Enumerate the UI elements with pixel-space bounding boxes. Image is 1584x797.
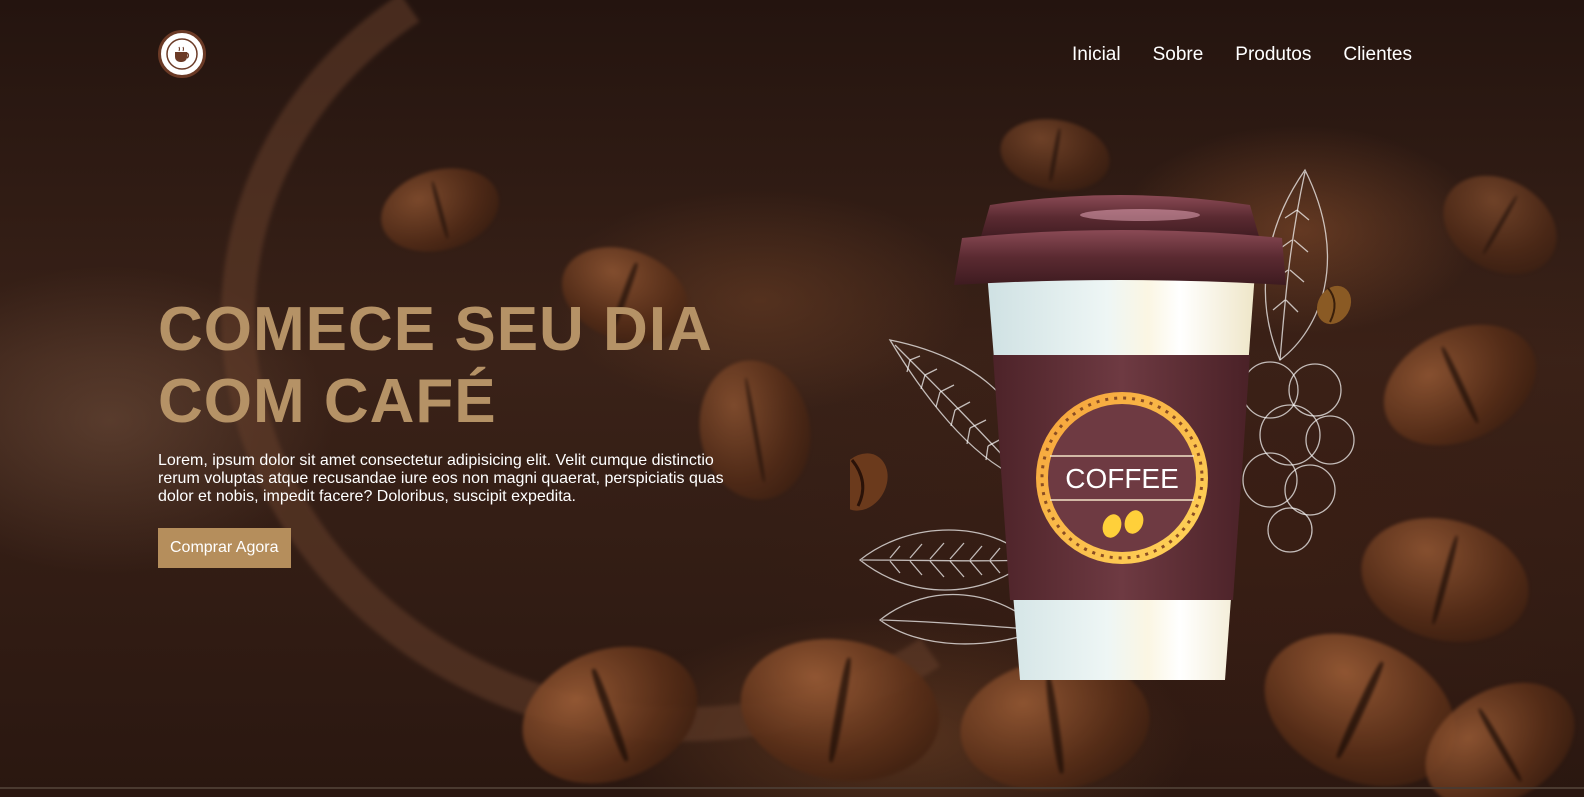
coffee-cup-illustration: COFFEE <box>836 160 1390 700</box>
coffee-cup-logo-icon[interactable] <box>158 30 206 78</box>
coffee-badge-text: COFFEE <box>1065 463 1179 494</box>
nav-item-produtos[interactable]: Produtos <box>1235 44 1311 66</box>
nav-item-sobre[interactable]: Sobre <box>1153 44 1204 66</box>
buy-now-button[interactable]: Comprar Agora <box>158 528 291 568</box>
floating-bean-right <box>1316 285 1352 325</box>
main-nav: Inicial Sobre Produtos Clientes <box>1072 44 1412 66</box>
page-bottom-border <box>0 787 1584 789</box>
hero-section: COMECE SEU DIA COM CAFÉ Lorem, ipsum dol… <box>158 294 738 568</box>
nav-item-clientes[interactable]: Clientes <box>1343 44 1412 66</box>
nav-item-inicial[interactable]: Inicial <box>1072 44 1121 66</box>
hero-title-line-2: COM CAFÉ <box>158 367 497 436</box>
coffee-cup-icon: COFFEE <box>836 168 1355 680</box>
site-header: Inicial Sobre Produtos Clientes <box>0 0 1584 110</box>
floating-bean-left <box>836 453 888 511</box>
hero-title-line-1: COMECE SEU DIA <box>158 295 713 364</box>
hero-description: Lorem, ipsum dolor sit amet consectetur … <box>158 452 724 505</box>
leaf-outline-right <box>1241 168 1355 553</box>
hero-title: COMECE SEU DIA COM CAFÉ <box>158 294 738 438</box>
